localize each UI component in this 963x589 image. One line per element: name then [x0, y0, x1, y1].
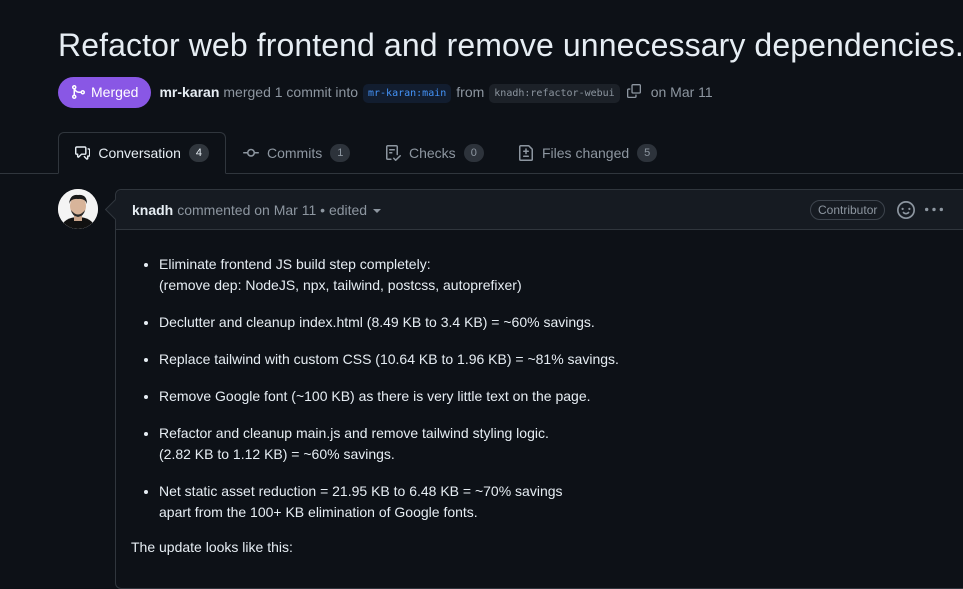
kebab-horizontal-icon	[925, 207, 943, 212]
comment-options-button[interactable]	[924, 201, 944, 219]
smiley-icon	[897, 201, 915, 219]
list-item: Net static asset reduction = 21.95 KB to…	[159, 481, 959, 523]
tab-commits-count: 1	[330, 143, 351, 162]
list-item: Eliminate frontend JS build step complet…	[159, 254, 959, 296]
tab-checks-label: Checks	[409, 144, 456, 161]
copy-branch-icon[interactable]	[626, 84, 643, 100]
user-avatar-image	[58, 189, 98, 229]
comment-author-link[interactable]: knadh	[132, 202, 173, 218]
list-item: Refactor and cleanup main.js and remove …	[159, 423, 959, 465]
tab-files-changed[interactable]: Files changed 5	[502, 132, 673, 173]
contributor-badge: Contributor	[810, 200, 886, 220]
commit-icon	[243, 148, 259, 157]
tab-commits-label: Commits	[267, 144, 323, 161]
edit-history-caret-icon[interactable]	[373, 208, 382, 213]
tab-files-changed-count: 5	[637, 143, 658, 162]
pr-author-link[interactable]: mr-karan	[159, 84, 219, 100]
tab-conversation[interactable]: Conversation 4	[58, 132, 226, 174]
bullet-list: Eliminate frontend JS build step complet…	[131, 254, 959, 523]
checklist-icon	[386, 144, 401, 161]
comment-body: Eliminate frontend JS build step complet…	[116, 230, 963, 560]
merged-label: Merged	[91, 84, 139, 100]
from-text: from	[456, 84, 485, 100]
list-item: Declutter and cleanup index.html (8.49 K…	[159, 312, 959, 333]
list-item: Replace tailwind with custom CSS (10.64 …	[159, 349, 959, 370]
comment-header: knadh commented on Mar 11 • edited Contr…	[116, 190, 963, 230]
comment-discussion-icon	[75, 146, 91, 160]
pr-tabs: Conversation 4 Commits 1 Checks 0 Files …	[0, 132, 963, 174]
comment-footer-text: The update looks like this:	[131, 539, 293, 555]
tab-checks[interactable]: Checks 0	[369, 132, 500, 173]
add-reaction-button[interactable]	[897, 201, 915, 219]
tab-files-changed-label: Files changed	[542, 144, 630, 161]
comment-meta: commented on Mar 11 • edited	[177, 201, 368, 218]
pr-meta: Merged mr-karan merged 1 commit into mr-…	[58, 76, 713, 108]
merge-action-text: merged 1 commit into	[223, 84, 358, 100]
base-branch-label[interactable]: mr-karan:main	[363, 83, 452, 103]
pr-description-comment: knadh commented on Mar 11 • edited Contr…	[115, 189, 963, 589]
pr-date: on Mar 11	[650, 84, 713, 100]
tab-checks-count: 0	[463, 143, 484, 162]
tab-conversation-label: Conversation	[98, 145, 181, 161]
tab-commits[interactable]: Commits 1	[227, 132, 366, 173]
list-item: Remove Google font (~100 KB) as there is…	[159, 386, 959, 407]
head-branch-label[interactable]: knadh:refactor-webui	[489, 83, 620, 103]
file-diff-icon	[519, 144, 533, 161]
git-merge-icon	[72, 85, 86, 99]
merged-status-badge: Merged	[58, 76, 152, 108]
pr-title: Refactor web frontend and remove unneces…	[58, 27, 963, 63]
tab-conversation-count: 4	[188, 144, 209, 162]
avatar[interactable]	[58, 189, 98, 229]
